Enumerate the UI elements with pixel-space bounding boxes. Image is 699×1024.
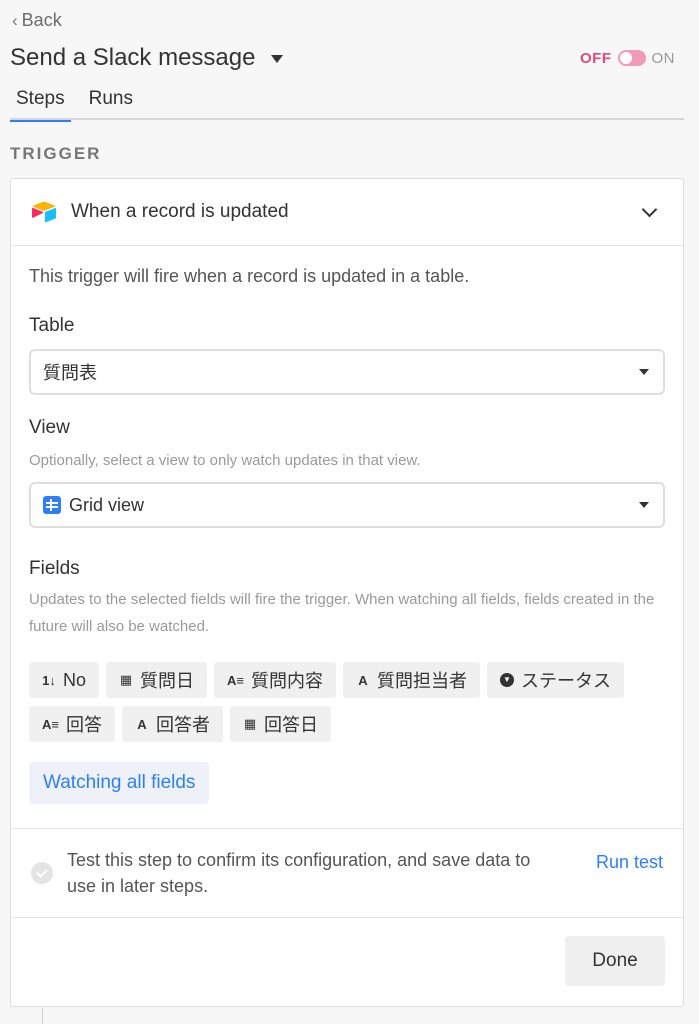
autonumber-icon: 1↓ <box>42 672 56 688</box>
trigger-body: This trigger will fire when a record is … <box>11 266 683 804</box>
chevron-down-icon[interactable] <box>641 201 658 217</box>
field-chip: A 質問担当者 <box>343 662 480 698</box>
long-text-icon: A≡ <box>42 716 59 732</box>
field-chip: A 回答者 <box>121 706 223 742</box>
table-select[interactable]: 質問表 <box>29 349 665 395</box>
back-label: Back <box>21 10 62 30</box>
table-select-value: 質問表 <box>43 363 97 383</box>
single-select-icon: ▼ <box>500 673 514 687</box>
view-select-value-wrap: Grid view <box>43 495 144 516</box>
long-text-icon: A≡ <box>227 672 244 688</box>
dropdown-arrow-icon <box>639 369 649 375</box>
automation-title-dropdown[interactable]: Send a Slack message <box>10 44 284 72</box>
check-circle-icon <box>31 862 53 884</box>
toggle-off-label: OFF <box>580 49 612 67</box>
trigger-title: When a record is updated <box>71 201 289 222</box>
field-chips: 1↓ No ▦ 質問日 A≡ 質問内容 A 質問担当者 ▼ ステータス A≡ 回答 A 回答者 ▦ 回答日 <box>29 662 669 742</box>
toggle-knob <box>619 52 632 64</box>
field-chip-label: 回答者 <box>155 715 210 735</box>
field-chip-label: 回答日 <box>263 715 318 735</box>
field-chip: A≡ 回答 <box>29 706 115 742</box>
field-chip: A≡ 質問内容 <box>214 662 336 698</box>
done-button[interactable]: Done <box>565 936 665 986</box>
field-chip: 1↓ No <box>29 662 100 698</box>
field-chip-label: 質問日 <box>140 671 195 691</box>
page-title: Send a Slack message <box>10 44 256 71</box>
test-step-row: Test this step to confirm its configurat… <box>11 828 683 918</box>
trigger-card-header-left: When a record is updated <box>31 201 289 223</box>
toggle-switch[interactable] <box>617 50 646 66</box>
field-chip: ▦ 質問日 <box>106 662 208 698</box>
caret-down-icon <box>271 55 284 63</box>
trigger-card: When a record is updated This trigger wi… <box>10 178 684 1007</box>
field-chip-label: 回答 <box>65 715 102 735</box>
field-chip: ▼ ステータス <box>487 662 624 698</box>
tab-steps[interactable]: Steps <box>10 86 71 122</box>
back-button[interactable]: ‹ Back <box>12 10 62 31</box>
single-line-text-icon: A <box>358 672 368 688</box>
field-chip-label: ステータス <box>521 671 611 691</box>
on-off-toggle: OFF ON <box>580 50 675 67</box>
tab-runs[interactable]: Runs <box>83 86 139 120</box>
trigger-description: This trigger will fire when a record is … <box>29 266 470 286</box>
fields-label: Fields <box>29 558 80 579</box>
view-select-value: Grid view <box>69 494 145 515</box>
view-label: View <box>29 417 70 438</box>
watching-all-fields-button[interactable]: Watching all fields <box>29 762 210 804</box>
step-connector-line <box>42 1008 43 1024</box>
automation-config-page: ‹ Back Send a Slack message OFF ON Steps… <box>0 0 699 1024</box>
table-label: Table <box>29 315 75 336</box>
field-chip: ▦ 回答日 <box>229 706 331 742</box>
trigger-card-header[interactable]: When a record is updated <box>11 179 683 246</box>
run-test-link[interactable]: Run test <box>596 852 663 873</box>
field-chip-label: 質問内容 <box>251 671 323 691</box>
date-icon: ▦ <box>119 672 133 687</box>
chevron-left-icon: ‹ <box>12 10 18 30</box>
airtable-logo-icon <box>32 201 56 223</box>
section-label: TRIGGER <box>10 144 102 163</box>
field-chip-label: No <box>63 669 87 690</box>
test-step-text: Test this step to confirm its configurat… <box>67 850 531 896</box>
field-chip-label: 質問担当者 <box>377 671 467 691</box>
date-icon: ▦ <box>243 716 257 731</box>
dropdown-arrow-icon <box>639 502 649 508</box>
view-hint: Optionally, select a view to only watch … <box>29 452 421 469</box>
grid-view-icon <box>43 496 61 514</box>
header-row: Send a Slack message OFF ON <box>10 44 675 72</box>
toggle-on-label: ON <box>651 49 675 67</box>
view-select[interactable]: Grid view <box>29 482 665 528</box>
tab-bar: Steps Runs <box>10 86 684 122</box>
fields-hint: Updates to the selected fields will fire… <box>29 591 655 635</box>
single-line-text-icon: A <box>137 716 147 732</box>
